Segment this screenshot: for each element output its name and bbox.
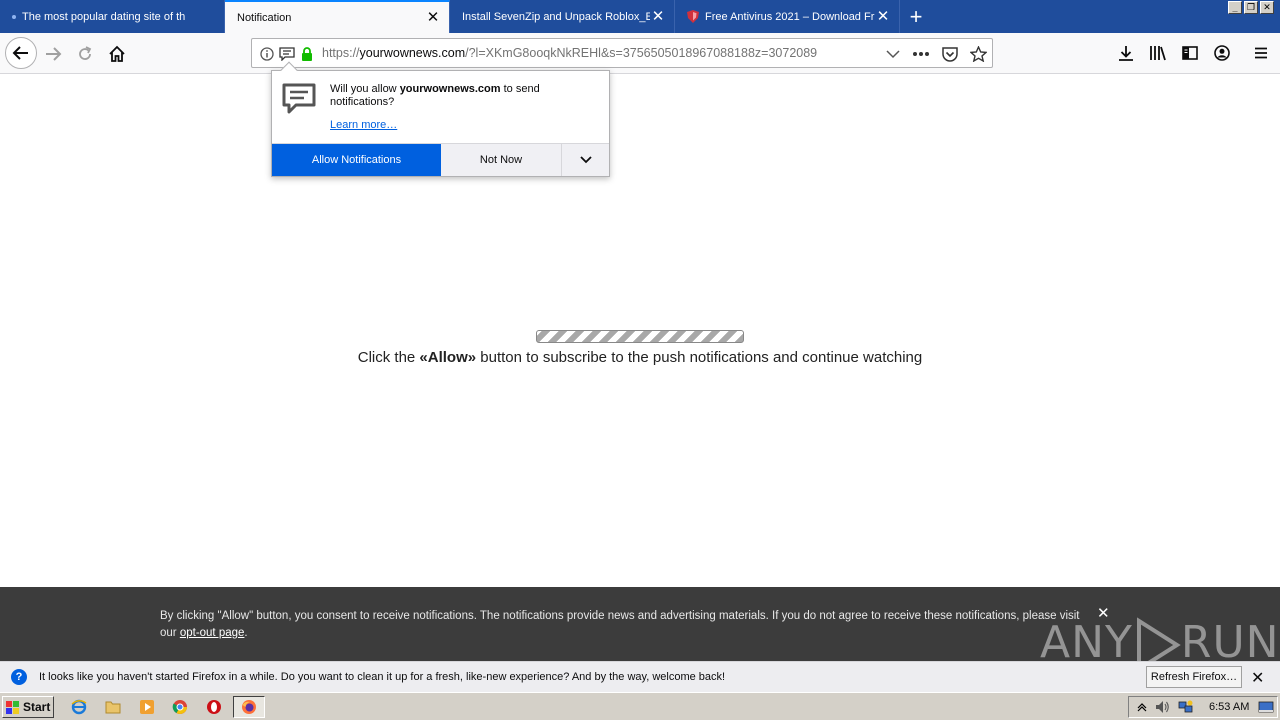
window-controls: _ ❐ ✕ xyxy=(1228,1,1274,14)
taskbar-clock: 6:53 AM xyxy=(1209,701,1250,713)
notification-chat-icon xyxy=(282,83,316,114)
arrow-left-icon xyxy=(12,46,28,60)
media-player-icon[interactable] xyxy=(138,698,156,716)
volume-icon[interactable] xyxy=(1153,698,1171,716)
tab-antivirus[interactable]: Free Antivirus 2021 – Download Fr ✕ xyxy=(675,0,900,33)
show-desktop-icon[interactable] xyxy=(1257,698,1275,716)
minimize-button[interactable]: _ xyxy=(1228,1,1242,14)
opera-icon[interactable] xyxy=(205,698,223,716)
consent-text: By clicking "Allow" button, you consent … xyxy=(160,610,1080,639)
close-window-button[interactable]: ✕ xyxy=(1260,1,1274,14)
download-icon xyxy=(1119,46,1133,61)
lock-icon[interactable] xyxy=(298,45,316,63)
file-explorer-icon[interactable] xyxy=(104,698,122,716)
not-now-button[interactable]: Not Now xyxy=(441,144,562,176)
pocket-icon[interactable] xyxy=(941,45,959,63)
account-icon xyxy=(1214,45,1230,61)
subscribe-instruction: Click the «Allow» button to subscribe to… xyxy=(357,349,923,366)
network-icon[interactable] xyxy=(1177,698,1195,716)
new-tab-button[interactable]: + xyxy=(900,0,932,33)
tab-title: Notification xyxy=(237,11,292,24)
tray-expand-icon[interactable] xyxy=(1133,698,1151,716)
firefox-icon xyxy=(240,698,258,716)
menu-button[interactable] xyxy=(1251,43,1271,63)
sidebar-button[interactable] xyxy=(1180,43,1200,63)
home-icon xyxy=(109,45,125,62)
windows-logo-icon xyxy=(6,700,19,714)
permission-actions: Allow Notifications Not Now xyxy=(272,143,609,176)
info-icon[interactable] xyxy=(258,45,276,63)
arrow-right-icon xyxy=(46,47,62,61)
tab-close-icon[interactable]: ✕ xyxy=(875,9,891,25)
home-button[interactable] xyxy=(102,39,132,69)
chevron-down-icon xyxy=(579,156,592,164)
page-actions-icon[interactable] xyxy=(912,45,930,63)
bookmark-star-icon[interactable] xyxy=(969,45,987,63)
library-icon xyxy=(1150,46,1166,61)
allow-notifications-button[interactable]: Allow Notifications xyxy=(272,144,441,176)
reload-button[interactable] xyxy=(70,39,100,69)
forward-button[interactable] xyxy=(38,39,68,69)
refresh-firefox-button[interactable]: Refresh Firefox… xyxy=(1146,666,1242,688)
account-button[interactable] xyxy=(1212,43,1232,63)
refresh-message: It looks like you haven't started Firefo… xyxy=(39,671,726,683)
learn-more-link[interactable]: Learn more… xyxy=(330,119,397,131)
notification-permission-panel: Will you allow yourwownews.com to send n… xyxy=(271,61,610,177)
url-bar[interactable]: https://yourwownews.com/?l=XKmG8ooqkNkRE… xyxy=(251,38,993,68)
question-icon: ? xyxy=(11,669,27,685)
url-text[interactable]: https://yourwownews.com/?l=XKmG8ooqkNkRE… xyxy=(322,46,817,60)
navigation-toolbar: https://yourwownews.com/?l=XKmG8ooqkNkRE… xyxy=(0,33,1280,74)
refresh-notification-bar: ? It looks like you haven't started Fire… xyxy=(0,661,1280,692)
tab-close-icon[interactable]: ✕ xyxy=(425,10,441,26)
opt-out-link[interactable]: opt-out page xyxy=(180,627,245,639)
more-options-button[interactable] xyxy=(562,144,609,176)
system-tray: 6:53 AM xyxy=(1128,696,1278,718)
tab-title: Free Antivirus 2021 – Download Fr xyxy=(705,10,875,23)
tab-dating-site[interactable]: The most popular dating site of th xyxy=(0,0,225,33)
loading-progress-bar xyxy=(536,330,744,343)
shield-icon xyxy=(687,10,699,23)
tab-title: The most popular dating site of th xyxy=(22,10,186,23)
downloads-button[interactable] xyxy=(1116,43,1136,63)
chrome-icon[interactable] xyxy=(171,698,189,716)
library-button[interactable] xyxy=(1148,43,1168,63)
tab-strip: The most popular dating site of th Notif… xyxy=(0,0,1280,33)
tab-notification[interactable]: Notification ✕ xyxy=(225,0,450,33)
notification-permission-icon[interactable] xyxy=(278,45,296,63)
internet-explorer-icon[interactable] xyxy=(70,698,88,716)
sidebar-icon xyxy=(1182,46,1198,60)
reload-icon xyxy=(79,46,92,60)
tab-title: Install SevenZip and Unpack Roblox_E xyxy=(462,10,650,23)
permission-message: Will you allow yourwownews.com to send n… xyxy=(330,83,540,108)
start-button[interactable]: Start xyxy=(2,696,54,718)
restore-button[interactable]: ❐ xyxy=(1244,1,1258,14)
tab-sevenzip[interactable]: Install SevenZip and Unpack Roblox_E ✕ xyxy=(450,0,675,33)
back-button[interactable] xyxy=(5,37,37,69)
chevron-down-icon[interactable] xyxy=(884,45,902,63)
notification-bar-close-icon[interactable]: ✕ xyxy=(1251,668,1264,688)
windows-taskbar: Start 6:53 AM xyxy=(0,692,1280,720)
tab-close-icon[interactable]: ✕ xyxy=(650,9,666,25)
hamburger-menu-icon xyxy=(1255,47,1267,59)
consent-banner: By clicking "Allow" button, you consent … xyxy=(0,587,1280,673)
